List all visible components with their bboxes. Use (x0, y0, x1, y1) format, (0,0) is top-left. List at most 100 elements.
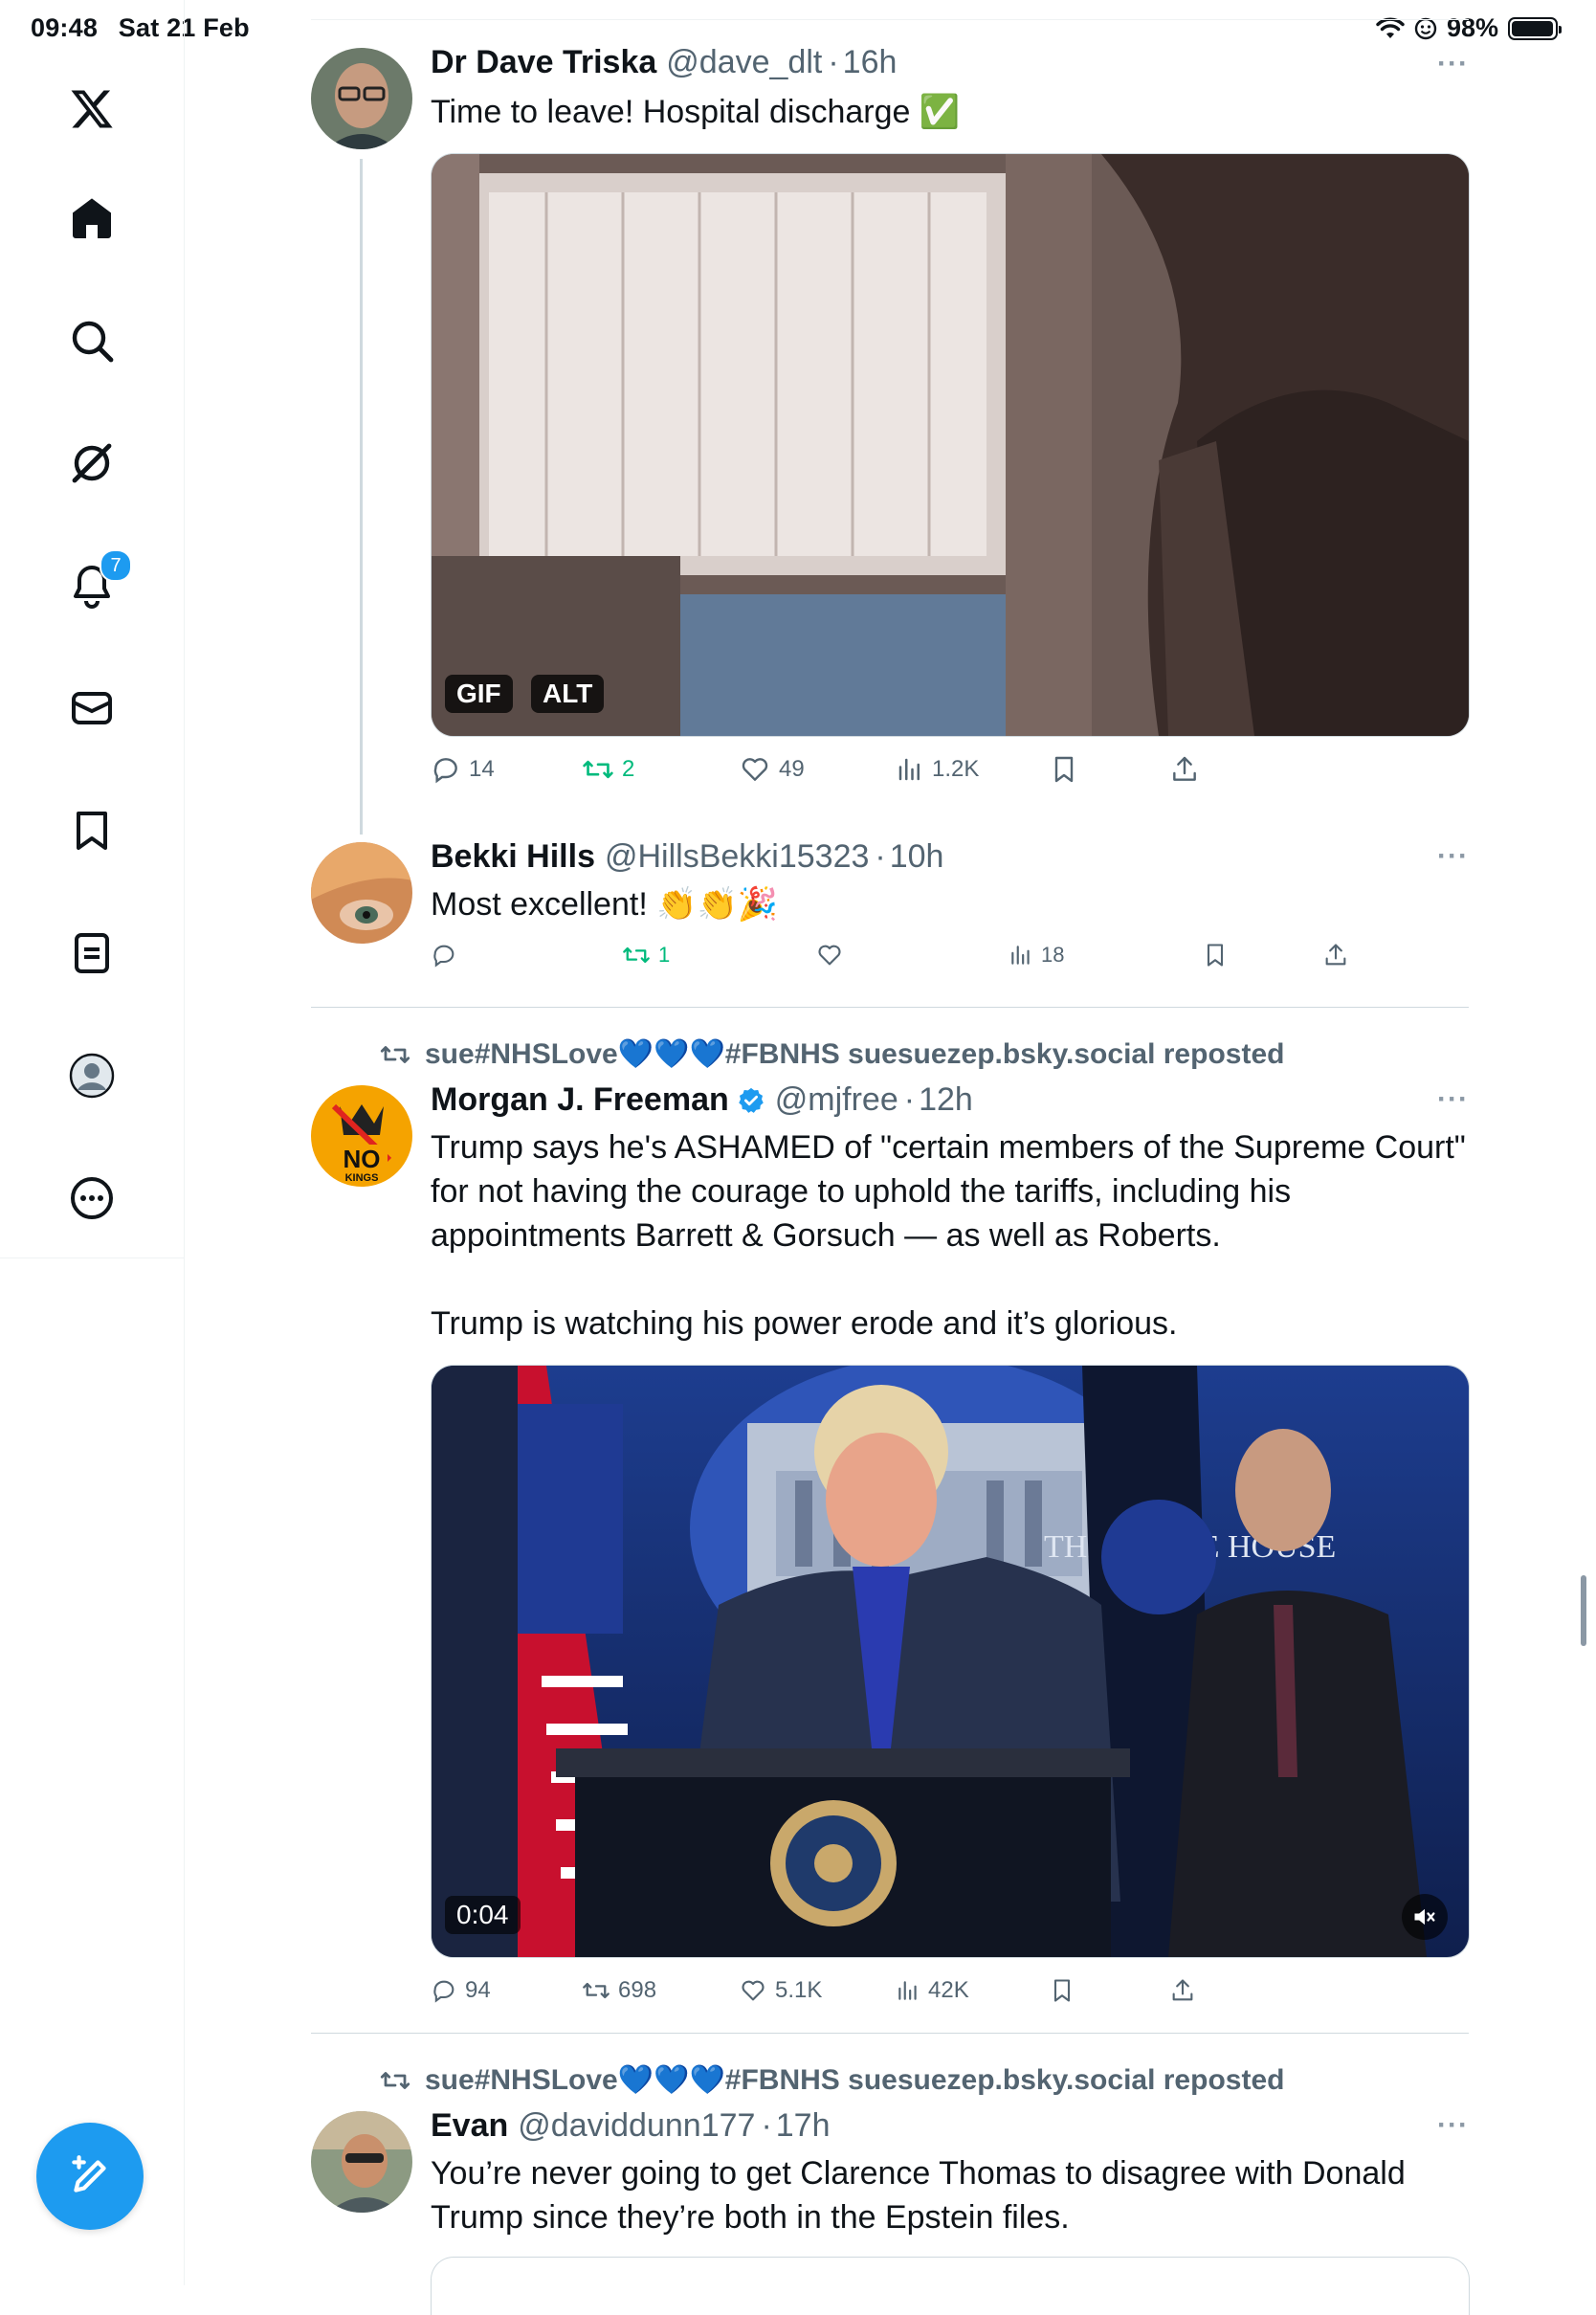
tweet-text: Time to leave! Hospital discharge ✅ (431, 94, 961, 130)
share-icon (1325, 944, 1346, 966)
bookmarks-icon[interactable] (46, 785, 138, 877)
bookmark-button[interactable] (1049, 754, 1079, 785)
reply-button[interactable] (431, 942, 457, 968)
more-options-icon[interactable]: ··· (1437, 840, 1469, 873)
heart-icon (818, 945, 841, 966)
timestamp[interactable]: 16h (843, 44, 898, 81)
gif-media[interactable]: GIF ALT (431, 153, 1470, 737)
bookmark-icon (1053, 1979, 1071, 2002)
like-count: 49 (779, 756, 805, 782)
view-count: 42K (928, 1977, 969, 2003)
video-duration: 0:04 (445, 1896, 521, 1934)
svg-text:NO: NO (344, 1145, 381, 1173)
views-icon (898, 1981, 917, 2000)
thread-line (360, 159, 363, 835)
tweet-header: Morgan J. Freeman @mjfree · 12h (431, 1081, 973, 1119)
tweet-header: Dr Dave Triska @dave_dlt · 16h (431, 44, 897, 81)
scrollbar[interactable] (1581, 1575, 1586, 1646)
repost-icon (583, 760, 613, 779)
focus-icon (1414, 17, 1437, 39)
repost-button[interactable]: 698 (582, 1977, 656, 2004)
repost-icon (380, 2071, 410, 2089)
more-options-icon[interactable]: ··· (1437, 2109, 1469, 2142)
tweet-text: You’re never going to get Clarence Thoma… (431, 2155, 1414, 2236)
action-bar: 14 2 49 1.2K (431, 754, 1468, 792)
tweet-header: Bekki Hills @HillsBekki15323 · 10h (431, 838, 943, 876)
lists-icon[interactable] (46, 907, 138, 999)
view-count: 18 (1041, 943, 1065, 967)
more-options-icon[interactable]: ··· (1437, 1083, 1469, 1116)
messages-icon[interactable] (46, 662, 138, 754)
home-icon[interactable] (46, 172, 138, 264)
avatar[interactable] (311, 2111, 412, 2213)
timestamp[interactable]: 12h (919, 1081, 973, 1119)
views-button[interactable]: 18 (1009, 942, 1064, 968)
action-bar: 94 698 5.1K 42K (431, 1977, 1468, 2012)
bookmark-icon (1054, 756, 1074, 783)
reposted-by: sue#NHSLove💙💙💙#FBNHS suesuezep.bsky.soci… (425, 1038, 1285, 1070)
repost-button[interactable]: 1 (622, 942, 670, 968)
avatar[interactable]: NO KINGS (311, 1085, 412, 1187)
share-button[interactable] (1322, 942, 1349, 968)
avatar[interactable] (311, 48, 412, 149)
avatar[interactable] (311, 842, 412, 944)
heart-icon (742, 758, 768, 781)
reply-count: 14 (469, 756, 495, 782)
notifications-icon[interactable]: 7 (46, 540, 138, 632)
reply-icon (433, 758, 457, 784)
repost-icon (623, 946, 650, 964)
reply-button[interactable]: 94 (431, 1977, 491, 2004)
timestamp[interactable]: 10h (890, 838, 944, 876)
profile-avatar-icon[interactable] (46, 1030, 138, 1122)
share-icon (1172, 1979, 1193, 2001)
compose-button[interactable] (36, 2123, 144, 2230)
display-name[interactable]: Morgan J. Freeman (431, 1081, 729, 1119)
display-name[interactable]: Dr Dave Triska (431, 44, 656, 81)
bookmark-button[interactable] (1049, 1977, 1075, 2004)
handle[interactable]: @dave_dlt (666, 44, 822, 81)
repost-count: 1 (658, 943, 671, 967)
reply-icon (433, 945, 454, 968)
gif-image (432, 154, 1469, 736)
timestamp[interactable]: 17h (776, 2107, 831, 2145)
quoted-card[interactable] (431, 2257, 1470, 2315)
share-button[interactable] (1169, 1977, 1196, 2004)
video-frame: THE WHITE HOUSE (432, 1366, 1469, 1957)
heart-icon (742, 1980, 765, 2001)
x-logo-icon[interactable] (46, 63, 138, 155)
share-button[interactable] (1169, 754, 1200, 785)
video-player[interactable]: THE WHITE HOUSE 0:04 (431, 1365, 1470, 1958)
tweet-text: Most excellent! 👏👏🎉 (431, 886, 779, 923)
handle[interactable]: @mjfree (775, 1081, 898, 1119)
handle[interactable]: @daviddunn177 (518, 2107, 755, 2145)
like-button[interactable] (815, 942, 844, 968)
battery-fill (1512, 20, 1554, 36)
repost-button[interactable]: 2 (582, 754, 634, 785)
more-icon[interactable] (46, 1152, 138, 1244)
repost-context[interactable]: sue#NHSLove💙💙💙#FBNHS suesuezep.bsky.soci… (379, 1037, 1284, 1071)
handle[interactable]: @HillsBekki15323 (605, 838, 869, 876)
display-name[interactable]: Evan (431, 2107, 508, 2145)
wifi-icon (1376, 17, 1405, 38)
separator-dot: · (828, 44, 839, 80)
more-options-icon[interactable]: ··· (1437, 48, 1469, 80)
muted-speaker-icon (1414, 1908, 1435, 1925)
reply-button[interactable]: 14 (431, 754, 495, 785)
bookmark-button[interactable] (1202, 942, 1229, 968)
battery-percent: 98% (1446, 13, 1498, 42)
display-name[interactable]: Bekki Hills (431, 838, 595, 876)
tweet-divider (311, 1007, 1469, 1008)
alt-tag[interactable]: ALT (531, 675, 605, 713)
grok-icon[interactable] (46, 417, 138, 509)
tweet-text: Trump says he's ASHAMED of "certain memb… (431, 1129, 1466, 1342)
repost-context[interactable]: sue#NHSLove💙💙💙#FBNHS suesuezep.bsky.soci… (379, 2063, 1284, 2097)
search-icon[interactable] (46, 295, 138, 387)
mute-button[interactable] (1402, 1894, 1448, 1940)
notifications-badge: 7 (100, 549, 132, 582)
views-button[interactable]: 42K (896, 1977, 969, 2004)
separator-dot: · (903, 1081, 916, 1118)
repost-count: 2 (622, 756, 635, 782)
views-button[interactable]: 1.2K (896, 754, 979, 785)
like-button[interactable]: 49 (739, 754, 805, 785)
like-button[interactable]: 5.1K (739, 1977, 822, 2004)
